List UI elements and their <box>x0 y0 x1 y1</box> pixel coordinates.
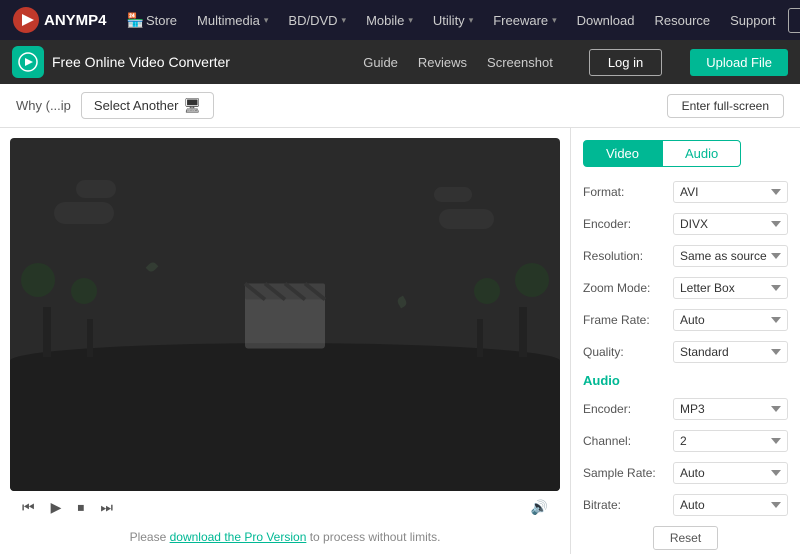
nav-mobile[interactable]: Mobile ▾ <box>358 9 421 32</box>
zoom-select[interactable]: Letter BoxPan Scan <box>673 277 788 299</box>
fast-forward-button[interactable]: ⏭ <box>96 497 117 518</box>
tree-top <box>474 278 500 304</box>
samplerate-select[interactable]: Auto44100 <box>673 462 788 484</box>
toolbar-left: Why (...ip Select Another 🖥 <box>16 92 214 119</box>
cloud-decoration <box>439 209 494 229</box>
resolution-select[interactable]: Same as source1920x1080 <box>673 245 788 267</box>
video-player[interactable] <box>10 138 560 491</box>
setting-row-zoom: Zoom Mode: Letter BoxPan Scan <box>583 277 788 299</box>
app-logo: Free Online Video Converter <box>12 46 230 78</box>
second-nav-links: Guide Reviews Screenshot Log in Upload F… <box>363 49 788 76</box>
setting-row-bitrate: Bitrate: Auto128k <box>583 494 788 516</box>
reviews-link[interactable]: Reviews <box>418 55 467 70</box>
audio-tab[interactable]: Audio <box>662 140 741 167</box>
audio-settings: Encoder: MP3AAC Channel: 21 Sample Rate:… <box>583 398 788 516</box>
cloud-decoration <box>76 180 116 198</box>
chevron-down-icon: ▾ <box>552 15 557 26</box>
tab-group: Video Audio <box>583 140 788 167</box>
nav-resource[interactable]: Resource <box>647 9 719 32</box>
play-button[interactable]: ▶ <box>47 497 66 518</box>
nav-store[interactable]: 🏪 Store <box>119 8 186 33</box>
converter-icon <box>18 52 38 72</box>
stop-button[interactable]: ⏹ <box>73 497 88 518</box>
footer-text: Please download the Pro Version to proce… <box>10 524 560 550</box>
tree-trunk <box>519 307 527 357</box>
toolbar: Why (...ip Select Another 🖥 Enter full-s… <box>0 84 800 128</box>
tree-trunk <box>87 319 93 357</box>
setting-row-resolution: Resolution: Same as source1920x1080 <box>583 245 788 267</box>
bitrate-select[interactable]: Auto128k <box>673 494 788 516</box>
leaf-decoration <box>396 296 408 309</box>
setting-row-audio-encoder: Encoder: MP3AAC <box>583 398 788 420</box>
cloud-decoration <box>434 187 472 202</box>
brand-logo: ANYMP4 <box>12 6 107 34</box>
app-name-label: Free Online Video Converter <box>52 54 230 70</box>
leaf-decoration <box>145 260 158 273</box>
settings-panel: Video Audio Format: AVIMP4MOV Encoder: D… <box>570 128 800 554</box>
nav-support[interactable]: Support <box>722 9 784 32</box>
brand-name: ANYMP4 <box>44 12 107 29</box>
video-background <box>10 138 560 491</box>
format-select[interactable]: AVIMP4MOV <box>673 181 788 203</box>
top-navigation: ANYMP4 🏪 Store Multimedia ▾ BD/DVD ▾ Mob… <box>0 0 800 40</box>
chevron-down-icon: ▾ <box>408 15 413 26</box>
setting-row-encoder: Encoder: DIVXH264 <box>583 213 788 235</box>
guide-link[interactable]: Guide <box>363 55 398 70</box>
chevron-down-icon: ▾ <box>469 15 474 26</box>
video-area: ⏮ ▶ ⏹ ⏭ 🔊 Please download the Pro Versio… <box>0 128 570 554</box>
login-button[interactable]: Login <box>788 8 800 33</box>
chevron-down-icon: ▾ <box>342 15 347 26</box>
why-text: Why (...ip <box>16 98 71 113</box>
pro-version-link[interactable]: download the Pro Version <box>170 530 307 544</box>
volume-button[interactable]: 🔊 <box>527 497 552 518</box>
full-screen-button[interactable]: Enter full-screen <box>667 94 784 118</box>
rewind-button[interactable]: ⏮ <box>18 497 39 518</box>
nav-bddvd[interactable]: BD/DVD ▾ <box>280 9 354 32</box>
reset-button[interactable]: Reset <box>653 526 718 550</box>
audio-encoder-select[interactable]: MP3AAC <box>673 398 788 420</box>
setting-row-format: Format: AVIMP4MOV <box>583 181 788 203</box>
audio-section-label: Audio <box>583 373 788 388</box>
tree-top <box>515 263 549 297</box>
nav-freeware[interactable]: Freeware ▾ <box>485 9 564 32</box>
app-logo-icon <box>12 46 44 78</box>
video-tab[interactable]: Video <box>583 140 662 167</box>
tree-trunk <box>43 307 51 357</box>
setting-row-framerate: Frame Rate: Auto2430 <box>583 309 788 331</box>
quality-select[interactable]: StandardHigh <box>673 341 788 363</box>
tree-top <box>71 278 97 304</box>
nav-download[interactable]: Download <box>569 9 643 32</box>
brand-icon <box>12 6 40 34</box>
setting-row-quality: Quality: StandardHigh <box>583 341 788 363</box>
monitor-icon: 🖥 <box>183 97 201 114</box>
second-navigation: Free Online Video Converter Guide Review… <box>0 40 800 84</box>
nav-utility[interactable]: Utility ▾ <box>425 9 481 32</box>
tree-trunk <box>477 319 483 357</box>
setting-row-channel: Channel: 21 <box>583 430 788 452</box>
chevron-down-icon: ▾ <box>264 15 269 26</box>
framerate-select[interactable]: Auto2430 <box>673 309 788 331</box>
store-icon: 🏪 <box>127 12 144 29</box>
second-login-button[interactable]: Log in <box>589 49 662 76</box>
cloud-decoration <box>54 202 114 224</box>
upload-file-button[interactable]: Upload File <box>690 49 788 76</box>
channel-select[interactable]: 21 <box>673 430 788 452</box>
tree-top <box>21 263 55 297</box>
screenshot-link[interactable]: Screenshot <box>487 55 553 70</box>
ground-decoration <box>10 343 560 491</box>
encoder-select[interactable]: DIVXH264 <box>673 213 788 235</box>
setting-row-samplerate: Sample Rate: Auto44100 <box>583 462 788 484</box>
clapper-icon <box>240 273 330 356</box>
main-content: ⏮ ▶ ⏹ ⏭ 🔊 Please download the Pro Versio… <box>0 128 800 554</box>
nav-multimedia[interactable]: Multimedia ▾ <box>189 9 276 32</box>
video-controls: ⏮ ▶ ⏹ ⏭ 🔊 <box>10 491 560 524</box>
video-settings: Format: AVIMP4MOV Encoder: DIVXH264 Reso… <box>583 181 788 363</box>
select-another-button[interactable]: Select Another 🖥 <box>81 92 214 119</box>
